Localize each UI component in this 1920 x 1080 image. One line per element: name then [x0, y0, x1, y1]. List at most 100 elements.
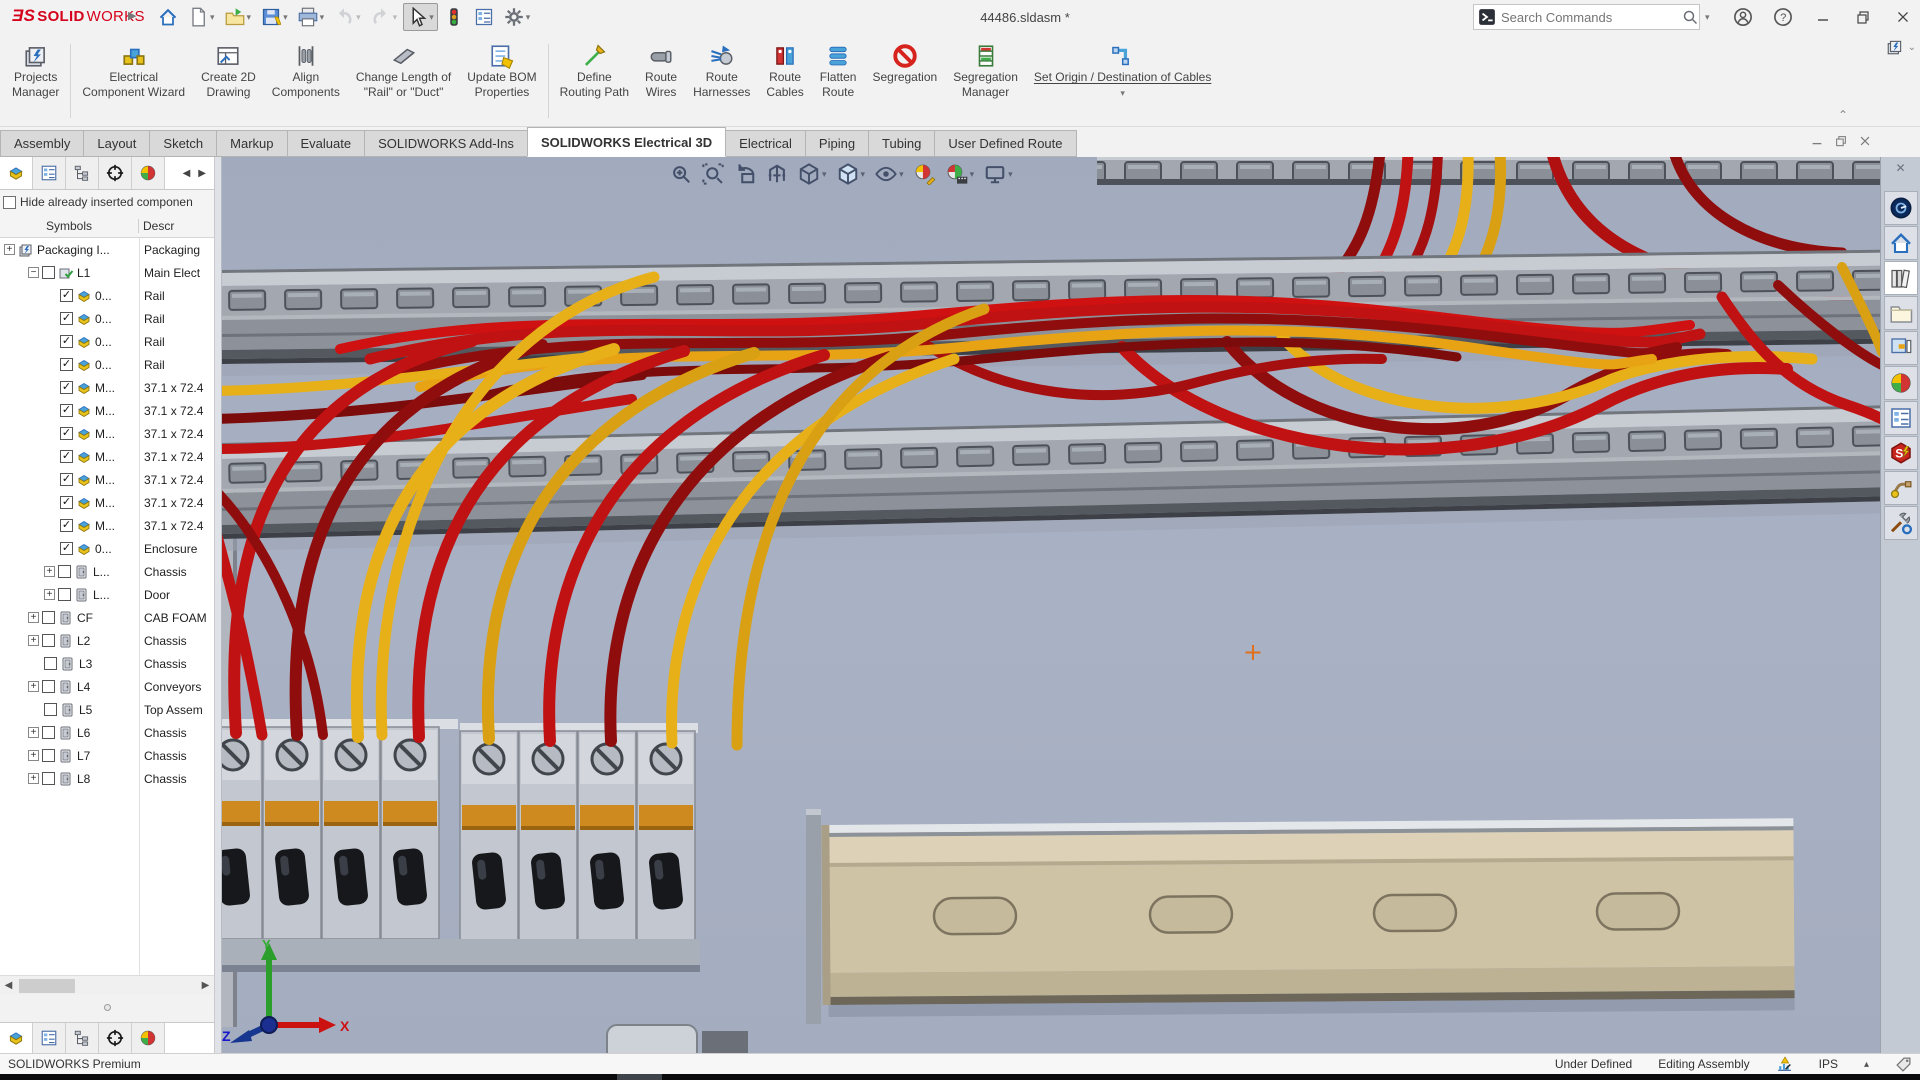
tree-row[interactable]: ✓M...37.1 x 72.4 [0, 468, 214, 491]
dropdown-caret-icon[interactable]: ▾ [899, 169, 904, 180]
panel-tab-hierarchy[interactable] [66, 1023, 99, 1053]
panel-tab-part[interactable] [0, 157, 33, 189]
tree-row[interactable]: ✓M...37.1 x 72.4 [0, 491, 214, 514]
expand-toggle[interactable]: + [4, 244, 15, 255]
visibility-checkbox[interactable]: ✓ [60, 427, 73, 440]
visibility-checkbox[interactable]: ✓ [60, 542, 73, 555]
menu-flyout-arrow-icon[interactable]: ▶ [128, 9, 136, 22]
tab-layout[interactable]: Layout [83, 130, 150, 157]
visibility-checkbox[interactable]: ✓ [60, 381, 73, 394]
ribbon-collapse-chevron-icon[interactable]: ⌃ [1838, 108, 1848, 122]
3dexperience-tab[interactable] [1884, 191, 1918, 225]
tree-row[interactable]: +L4Conveyors [0, 675, 214, 698]
redo-button[interactable]: ▾ [367, 3, 402, 31]
expand-toggle[interactable]: + [28, 612, 39, 623]
tree-row[interactable]: L3Chassis [0, 652, 214, 675]
symbols-column-header[interactable]: Symbols [0, 219, 139, 233]
magnifier-icon[interactable] [1682, 9, 1698, 25]
document-minimize-button[interactable] [1810, 134, 1824, 151]
save-button[interactable]: ▾ [257, 3, 292, 31]
select-button[interactable]: ▾ [403, 3, 438, 31]
tree-row[interactable]: ✓0...Rail [0, 353, 214, 376]
route-harnesses-button[interactable]: RouteHarnesses [685, 36, 758, 102]
visibility-checkbox[interactable] [44, 703, 57, 716]
update-bom-properties-button[interactable]: Update BOMProperties [459, 36, 544, 102]
visibility-checkbox[interactable] [42, 749, 55, 762]
set-origin-destination-button[interactable]: Set Origin / Destination of Cables▾ [1026, 36, 1219, 102]
tree-row[interactable]: ✓0...Rail [0, 330, 214, 353]
solidworks-electrical-tab[interactable]: S [1884, 436, 1918, 470]
panel-tab-list[interactable] [33, 1023, 66, 1053]
graphics-viewport[interactable]: Y X Z ▾▾▾▾▾ [222, 157, 1880, 1053]
task-pane-flyout[interactable]: ⌄ [1886, 38, 1916, 56]
visibility-checkbox[interactable]: ✓ [60, 312, 73, 325]
dropdown-caret-icon[interactable]: ▾ [429, 12, 434, 23]
tab-markup[interactable]: Markup [216, 130, 287, 157]
tree-row[interactable]: ✓0...Rail [0, 307, 214, 330]
dropdown-caret-icon[interactable]: ▾ [1120, 88, 1125, 99]
visibility-checkbox[interactable]: ✓ [60, 473, 73, 486]
panel-tab-ball[interactable] [132, 157, 165, 189]
tab-tubing[interactable]: Tubing [868, 130, 935, 157]
rebuild-button[interactable] [440, 3, 468, 31]
dropdown-caret-icon[interactable]: ▾ [393, 12, 398, 23]
display-style-button[interactable]: ▾ [835, 160, 868, 188]
edit-appearance-button[interactable] [912, 160, 938, 188]
tree-row[interactable]: ✓M...37.1 x 72.4 [0, 399, 214, 422]
hide-inserted-checkbox[interactable] [3, 196, 16, 209]
design-library-tab[interactable] [1884, 261, 1918, 295]
dropdown-caret-icon[interactable]: ▾ [320, 12, 325, 23]
dropdown-caret-icon[interactable]: ▾ [210, 12, 215, 23]
undo-button[interactable]: ▾ [330, 3, 365, 31]
tree-row[interactable]: +L...Door [0, 583, 214, 606]
visibility-checkbox[interactable] [44, 657, 57, 670]
tree-row[interactable]: ✓M...37.1 x 72.4 [0, 376, 214, 399]
apply-scene-button[interactable]: ▾ [944, 160, 977, 188]
flatten-route-button[interactable]: FlattenRoute [812, 36, 865, 102]
visibility-checkbox[interactable]: ✓ [60, 519, 73, 532]
tab-solidworks-electrical-3d[interactable]: SOLIDWORKS Electrical 3D [527, 127, 726, 157]
expand-toggle[interactable]: + [44, 566, 55, 577]
visibility-checkbox[interactable]: ✓ [60, 496, 73, 509]
visibility-checkbox[interactable] [58, 588, 71, 601]
create-2d-drawing-button[interactable]: Create 2DDrawing [193, 36, 264, 102]
visibility-checkbox[interactable] [42, 726, 55, 739]
define-routing-path-button[interactable]: DefineRouting Path [552, 36, 637, 102]
dropdown-caret-icon[interactable]: ▾ [861, 169, 866, 180]
help-button[interactable]: ? [1766, 0, 1800, 34]
chevron-down-icon[interactable]: ⌄ [1908, 42, 1916, 53]
tree-row[interactable]: L5Top Assem [0, 698, 214, 721]
route-wires-button[interactable]: RouteWires [637, 36, 685, 102]
visibility-checkbox[interactable] [42, 611, 55, 624]
appearances-tab[interactable] [1884, 366, 1918, 400]
scroll-left-arrow-icon[interactable]: ◀ [0, 980, 17, 991]
scroll-left-arrow-icon[interactable]: ◀ [183, 168, 191, 179]
dropdown-caret-icon[interactable]: ▾ [970, 169, 975, 180]
panel-tab-hierarchy[interactable] [66, 157, 99, 189]
description-column-header[interactable]: Descr [139, 219, 214, 233]
search-dropdown-caret[interactable]: ▾ [1705, 12, 1710, 23]
visibility-checkbox[interactable] [42, 634, 55, 647]
task-pane-close-icon[interactable]: ✕ [1881, 161, 1920, 175]
units-caret-icon[interactable]: ▴ [1864, 1059, 1869, 1070]
change-length-button[interactable]: Change Length of"Rail" or "Duct" [348, 36, 459, 102]
visibility-checkbox[interactable] [42, 772, 55, 785]
din-rail[interactable] [821, 818, 1794, 1017]
panel-tab-list[interactable] [33, 157, 66, 189]
dropdown-caret-icon[interactable]: ▾ [283, 12, 288, 23]
tree-row[interactable]: ✓0...Rail [0, 284, 214, 307]
tree-row[interactable]: +L6Chassis [0, 721, 214, 744]
new-document-button[interactable]: ▾ [184, 3, 219, 31]
tree-row[interactable]: +L7Chassis [0, 744, 214, 767]
align-components-button[interactable]: AlignComponents [264, 36, 348, 102]
dropdown-caret-icon[interactable]: ▾ [247, 12, 252, 23]
zoom-to-area-button[interactable] [700, 160, 726, 188]
options-button[interactable]: ▾ [500, 3, 535, 31]
tree-row[interactable]: +L2Chassis [0, 629, 214, 652]
component-tree[interactable]: +Packaging I...Packaging−L1Main Elect✓0.… [0, 238, 214, 975]
panel-tab-part[interactable] [0, 1023, 33, 1053]
viewport-canvas[interactable]: Y X Z [222, 157, 1880, 1053]
visibility-checkbox[interactable] [42, 266, 55, 279]
tree-row[interactable]: ✓M...37.1 x 72.4 [0, 445, 214, 468]
bom-button[interactable] [470, 3, 498, 31]
